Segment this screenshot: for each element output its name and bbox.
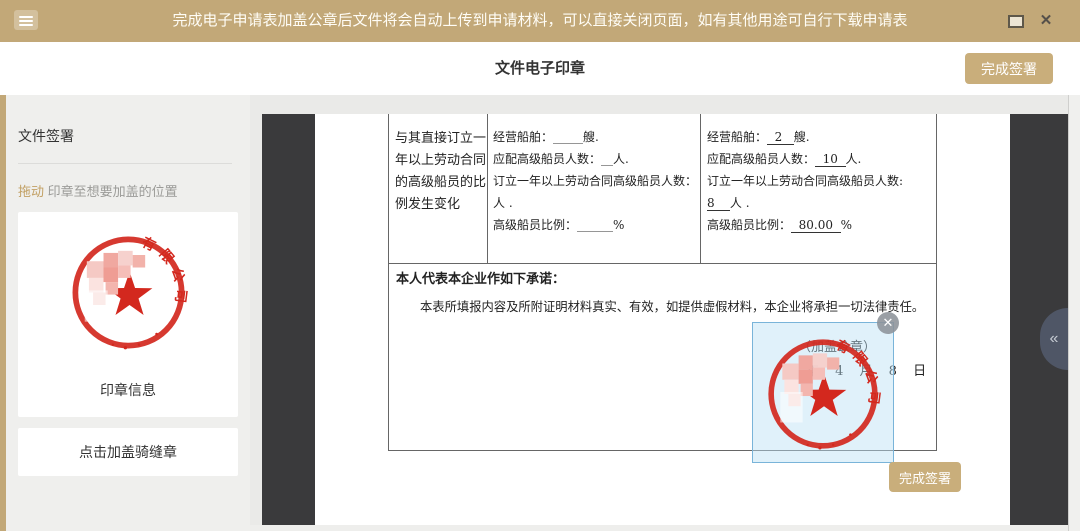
- seal-info-card: 印章信息: [18, 212, 238, 417]
- finish-sign-button-floating[interactable]: 完成签署: [889, 462, 961, 492]
- form-line: 经营船舶：_____艘.: [493, 126, 697, 148]
- page-title: 文件电子印章: [0, 42, 1080, 95]
- form-line: 人 .: [493, 192, 697, 214]
- form-line: 高级船员比例： 80.00 %: [707, 214, 903, 236]
- paging-seal-button[interactable]: 点击加盖骑缝章: [18, 428, 238, 476]
- seal-drag-overlay[interactable]: [752, 322, 894, 463]
- horizontal-scrollbar[interactable]: [250, 525, 1068, 531]
- filled-form-cell: 经营船舶： 2 艘.应配高级船员人数： 10 人.订立一年以上劳动合同高级船员人…: [707, 126, 903, 236]
- app-window: 完成电子申请表加盖公章后文件将会自动上传到申请材料，可以直接关闭页面，如有其他用…: [0, 0, 1080, 531]
- title-bar: 完成电子申请表加盖公章后文件将会自动上传到申请材料，可以直接关闭页面，如有其他用…: [0, 0, 1080, 42]
- seal-overlay-close-icon[interactable]: ✕: [877, 312, 899, 334]
- title-bar-message: 完成电子申请表加盖公章后文件将会自动上传到申请材料，可以直接关闭页面，如有其他用…: [0, 0, 1080, 42]
- form-line: 应配高级船员人数：__人.: [493, 148, 697, 170]
- blank-form-cell: 经营船舶：_____艘.应配高级船员人数：__人.订立一年以上劳动合同高级船员人…: [493, 126, 697, 236]
- form-line: 订立一年以上劳动合同高级船员人数:: [707, 170, 903, 192]
- form-line: 订立一年以上劳动合同高级船员人数：: [493, 170, 697, 192]
- window-close-icon[interactable]: ✕: [1036, 9, 1056, 33]
- sidebar-divider: [18, 163, 232, 164]
- form-row-label: 与其直接订立一年以上劳动合同的高级船员的比例发生变化: [395, 128, 487, 216]
- seal-info-label: 印章信息: [18, 380, 238, 400]
- commitment-body: 本表所填报内容及所附证明材料真实、有效，如提供虚假材料，本企业将承担一切法律责任…: [420, 297, 924, 315]
- form-line: 8 人 .: [707, 192, 903, 214]
- drag-hint-text: 印章至想要加盖的位置: [44, 184, 178, 199]
- hamburger-menu-icon[interactable]: [14, 10, 38, 30]
- finish-sign-button-header[interactable]: 完成签署: [965, 53, 1053, 84]
- table-row-divider: [388, 263, 936, 264]
- table-column-divider: [700, 114, 701, 263]
- company-seal-image[interactable]: [66, 230, 191, 355]
- drag-hint: 拖动 印章至想要加盖的位置: [18, 181, 178, 200]
- form-line: 应配高级船员人数： 10 人.: [707, 148, 903, 170]
- company-seal-image[interactable]: [762, 333, 884, 455]
- window-restore-icon[interactable]: [1008, 15, 1024, 28]
- drag-hint-emphasis: 拖动: [18, 184, 44, 199]
- form-line: 高级船员比例：______%: [493, 214, 697, 236]
- vertical-scrollbar[interactable]: [1068, 95, 1080, 531]
- table-column-divider: [487, 114, 488, 263]
- form-line: 经营船舶： 2 艘.: [707, 126, 903, 148]
- commitment-heading: 本人代表本企业作如下承诺：: [396, 268, 565, 287]
- sidebar-section-title: 文件签署: [18, 126, 74, 146]
